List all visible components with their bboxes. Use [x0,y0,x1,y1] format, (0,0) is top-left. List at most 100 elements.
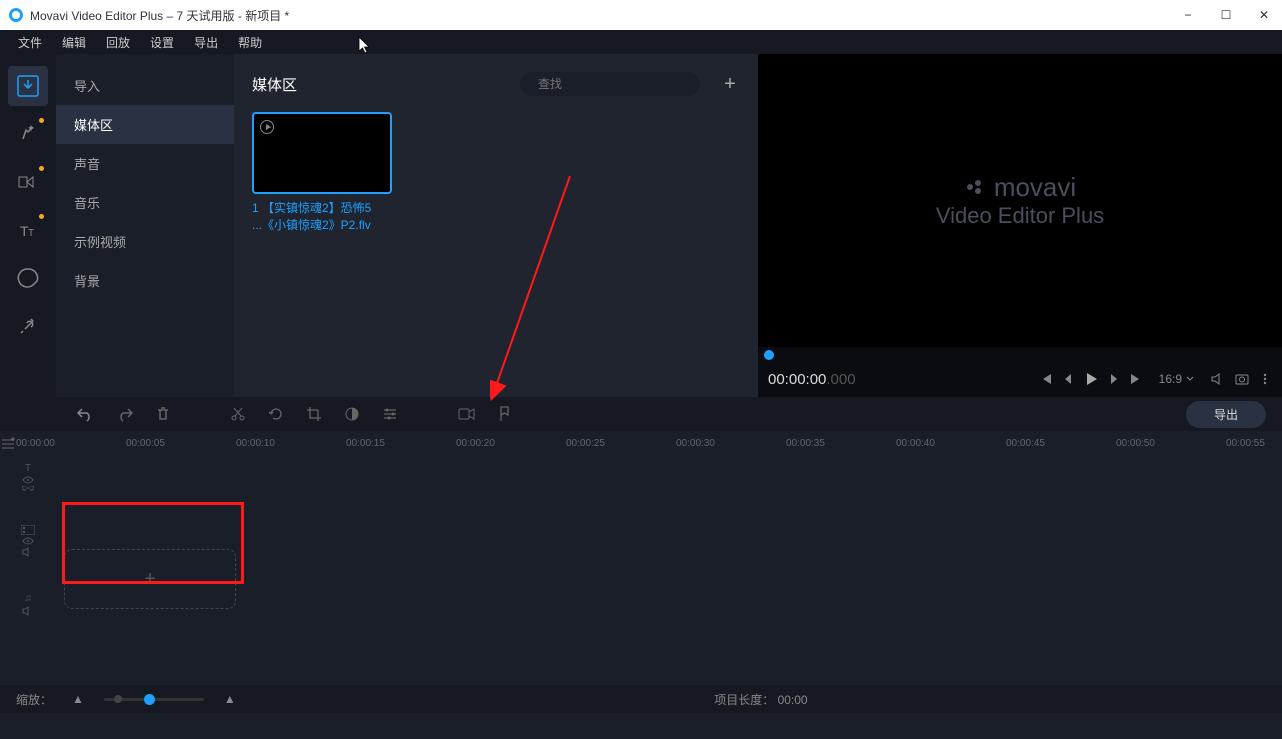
ruler-tick: 00:00:30 [676,438,786,449]
clip-caption-line2: ...《小镇惊魂2》P2.flv [252,217,392,234]
clip-properties-button[interactable] [382,406,398,422]
stickers-tab-icon[interactable] [8,258,48,298]
menu-export[interactable]: 导出 [184,34,228,51]
titles-track[interactable]: T [0,455,1282,501]
step-fwd-button[interactable] [1107,372,1121,386]
movavi-icon [964,177,986,199]
zoom-label: 缩放： [16,691,52,708]
clip-thumbnail[interactable] [252,112,392,194]
step-back-button[interactable] [1061,372,1075,386]
ruler-tick: 00:00:40 [896,438,1006,449]
next-clip-button[interactable] [1129,372,1143,386]
ruler-tick: 00:00:20 [456,438,566,449]
mute-icon[interactable] [22,606,34,616]
more-tools-tab-icon[interactable] [8,306,48,346]
menu-settings[interactable]: 设置 [140,34,184,51]
audio-track-icon: ♫ [24,593,32,604]
preview-timecode: 00:00:00.000 [768,371,1029,388]
cat-sample-video[interactable]: 示例视频 [56,222,234,261]
aspect-ratio-select[interactable]: 16:9 [1159,372,1194,386]
minimize-button[interactable]: − [1178,8,1198,22]
search-box[interactable] [520,72,700,96]
preview-scrubber[interactable] [758,347,1282,361]
play-button[interactable] [1083,371,1099,387]
window-titlebar: Movavi Video Editor Plus – 7 天试用版 - 新项目 … [0,0,1282,30]
search-input[interactable] [538,77,693,91]
ruler-tick: 00:00:10 [236,438,346,449]
ruler-tick: 00:00:45 [1006,438,1116,449]
media-clip[interactable]: 1 【实镇惊魂2】恐怖5 ...《小镇惊魂2》P2.flv [252,112,392,234]
zoom-out-icon[interactable]: ▲ [72,692,84,706]
media-panel: 媒体区 + 1 【实镇惊魂2】恐怖5 ...《小镇惊魂2》P2.flv [234,54,758,397]
cat-import[interactable]: 导入 [56,66,234,105]
redo-button[interactable] [116,406,134,422]
cut-button[interactable] [230,406,246,422]
export-button[interactable]: 导出 [1186,401,1266,428]
delete-button[interactable] [156,406,170,422]
video-track[interactable]: + [0,501,1282,581]
effects-tab-icon[interactable] [8,114,48,154]
preview-panel: movavi Video Editor Plus 00:00:00.000 16… [758,54,1282,397]
video-track-icon [21,525,35,535]
ruler-tick: 00:00:25 [566,438,676,449]
svg-text:T: T [28,228,34,239]
video-drop-zone[interactable]: + [64,549,236,609]
volume-button[interactable] [1210,371,1226,387]
ruler-tick: 00:00:35 [786,438,896,449]
menu-file[interactable]: 文件 [8,34,52,51]
color-adjust-button[interactable] [344,406,360,422]
cat-backgrounds[interactable]: 背景 [56,261,234,300]
window-title: Movavi Video Editor Plus – 7 天试用版 - 新项目 … [30,7,1178,24]
add-track-button[interactable] [0,436,16,450]
ruler-tick: 00:00:05 [126,438,236,449]
ruler-tick: 00:00:00 [16,438,126,449]
maximize-button[interactable]: ☐ [1216,8,1236,22]
watermark-logo: movavi Video Editor Plus [936,172,1104,229]
mute-icon[interactable] [22,547,34,557]
app-icon [8,7,24,23]
cat-media-bin[interactable]: 媒体区 [56,105,234,144]
preview-canvas: movavi Video Editor Plus [758,54,1282,347]
rotate-button[interactable] [268,406,284,422]
timeline-ruler-row: 00:00:00 00:00:05 00:00:10 00:00:15 00:0… [0,431,1282,455]
titles-track-icon: T [25,463,31,474]
cat-music[interactable]: 音乐 [56,183,234,222]
category-sidebar: 导入 媒体区 声音 音乐 示例视频 背景 [56,54,234,397]
zoom-slider[interactable] [104,698,204,701]
scrubber-handle[interactable] [764,350,774,360]
zoom-slider-handle[interactable] [144,694,155,705]
annotation-arrow [490,176,600,406]
import-tab-icon[interactable] [8,66,48,106]
menu-playback[interactable]: 回放 [96,34,140,51]
visibility-icon[interactable] [22,476,34,484]
preview-more-button[interactable] [1258,372,1272,386]
visibility-icon[interactable] [22,537,34,545]
zoom-in-icon[interactable]: ▲ [224,692,236,706]
cat-sounds[interactable]: 声音 [56,144,234,183]
record-button[interactable] [458,406,476,422]
clip-caption-line1: 1 【实镇惊魂2】恐怖5 [252,200,392,217]
undo-button[interactable] [76,406,94,422]
ruler-tick: 00:00:55 [1226,438,1282,449]
add-media-button[interactable]: + [720,74,740,94]
link-icon[interactable] [22,486,34,494]
titles-tab-icon[interactable]: TT [8,210,48,250]
menu-edit[interactable]: 编辑 [52,34,96,51]
preview-controls: 00:00:00.000 16:9 [758,361,1282,397]
prev-clip-button[interactable] [1039,372,1053,386]
play-icon [260,120,274,134]
snapshot-button[interactable] [1234,371,1250,387]
footer-bar: 缩放： ▲ ▲ 项目长度： 00:00 [0,685,1282,713]
marker-button[interactable] [498,406,512,422]
menubar: 文件 编辑 回放 设置 导出 帮助 [0,30,1282,54]
transitions-tab-icon[interactable] [8,162,48,202]
media-panel-title: 媒体区 [252,74,508,95]
ruler-tick: 00:00:50 [1116,438,1226,449]
ruler-tick: 00:00:15 [346,438,456,449]
timeline-tracks: T + ♫ [0,455,1282,685]
project-length-label: 项目长度： 00:00 [714,691,807,708]
crop-button[interactable] [306,406,322,422]
close-button[interactable]: ✕ [1254,8,1274,22]
timeline-ruler[interactable]: 00:00:00 00:00:05 00:00:10 00:00:15 00:0… [16,438,1282,449]
menu-help[interactable]: 帮助 [228,34,272,51]
